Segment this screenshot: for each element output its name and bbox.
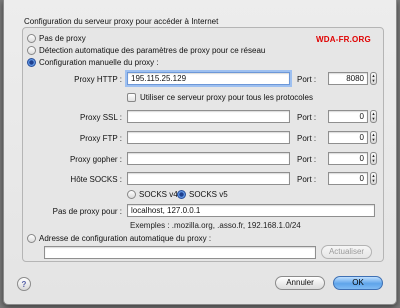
radio-auto-detect[interactable] [27,46,36,55]
ftp-port-input[interactable]: 0 [328,131,368,144]
radio-manual[interactable] [27,58,36,67]
radio-auto-config[interactable] [27,234,36,243]
down-arrow-icon: ▼ [371,78,376,84]
up-arrow-icon: ▲ [371,172,376,178]
socks-port-stepper[interactable]: ▲ ▼ [370,172,377,185]
http-port-input[interactable]: 8080 [328,72,368,85]
socks-v4-option[interactable]: SOCKS v4 [127,190,178,199]
mode-auto-config[interactable]: Adresse de configuration automatique du … [27,234,211,243]
down-arrow-icon: ▼ [371,178,376,184]
gopher-port-stepper[interactable]: ▲ ▼ [370,152,377,165]
down-arrow-icon: ▼ [371,116,376,122]
socks-v4-label: SOCKS v4 [139,190,178,199]
mode-auto-detect[interactable]: Détection automatique des paramètres de … [27,46,265,55]
http-proxy-label: Proxy HTTP : [74,75,122,84]
radio-no-proxy[interactable] [27,34,36,43]
gopher-proxy-input[interactable] [127,152,290,165]
ssl-port-stepper[interactable]: ▲ ▼ [370,110,377,123]
http-proxy-input[interactable]: 195.115.25.129 [127,72,290,85]
socks-host-label: Hôte SOCKS : [70,175,122,184]
mode-manual-label: Configuration manuelle du proxy : [39,58,159,67]
ftp-port-stepper[interactable]: ▲ ▼ [370,131,377,144]
mode-auto-detect-label: Détection automatique des paramètres de … [39,46,266,55]
mode-manual[interactable]: Configuration manuelle du proxy : [27,58,159,67]
socks-port-input[interactable]: 0 [328,172,368,185]
no-proxy-for-label: Pas de proxy pour : [52,207,122,216]
ftp-proxy-label: Proxy FTP : [79,134,122,143]
http-port-label: Port : [297,75,317,84]
mode-no-proxy-label: Pas de proxy [39,34,86,43]
no-proxy-for-input[interactable]: localhost, 127.0.0.1 [127,204,375,217]
help-icon[interactable]: ? [17,277,31,291]
ftp-port-label: Port : [297,134,317,143]
up-arrow-icon: ▲ [371,110,376,116]
proxy-settings-dialog: Configuration du serveur proxy pour accé… [3,0,397,305]
socks-port-label: Port : [297,175,317,184]
gopher-proxy-label: Proxy gopher : [69,155,122,164]
socks-v5-label: SOCKS v5 [189,190,228,199]
radio-socks-v5[interactable] [177,190,186,199]
radio-socks-v4[interactable] [127,190,136,199]
watermark: WDA-FR.ORG [316,35,371,44]
ssl-proxy-input[interactable] [127,110,290,123]
mode-no-proxy[interactable]: Pas de proxy [27,34,86,43]
cancel-button[interactable]: Annuler [275,276,325,290]
http-port-stepper[interactable]: ▲ ▼ [370,72,377,85]
dialog-title: Configuration du serveur proxy pour accé… [24,17,219,26]
up-arrow-icon: ▲ [371,152,376,158]
socks-v5-option[interactable]: SOCKS v5 [177,190,228,199]
socks-host-input[interactable] [127,172,290,185]
up-arrow-icon: ▲ [371,72,376,78]
ssl-port-input[interactable]: 0 [328,110,368,123]
same-proxy-checkbox[interactable] [127,93,136,102]
mode-auto-config-label: Adresse de configuration automatique du … [39,234,212,243]
ok-button[interactable]: OK [333,276,383,290]
gopher-port-input[interactable]: 0 [328,152,368,165]
reload-button[interactable]: Actualiser [321,245,372,259]
same-proxy-label: Utiliser ce serveur proxy pour tous les … [140,93,313,102]
down-arrow-icon: ▼ [371,137,376,143]
ssl-proxy-label: Proxy SSL : [80,113,122,122]
up-arrow-icon: ▲ [371,131,376,137]
auto-config-url-input[interactable] [44,246,316,259]
gopher-port-label: Port : [297,155,317,164]
same-proxy-option[interactable]: Utiliser ce serveur proxy pour tous les … [127,93,313,102]
ssl-port-label: Port : [297,113,317,122]
down-arrow-icon: ▼ [371,158,376,164]
ftp-proxy-input[interactable] [127,131,290,144]
no-proxy-hint: Exemples : .mozilla.org, .asso.fr, 192.1… [130,221,301,230]
